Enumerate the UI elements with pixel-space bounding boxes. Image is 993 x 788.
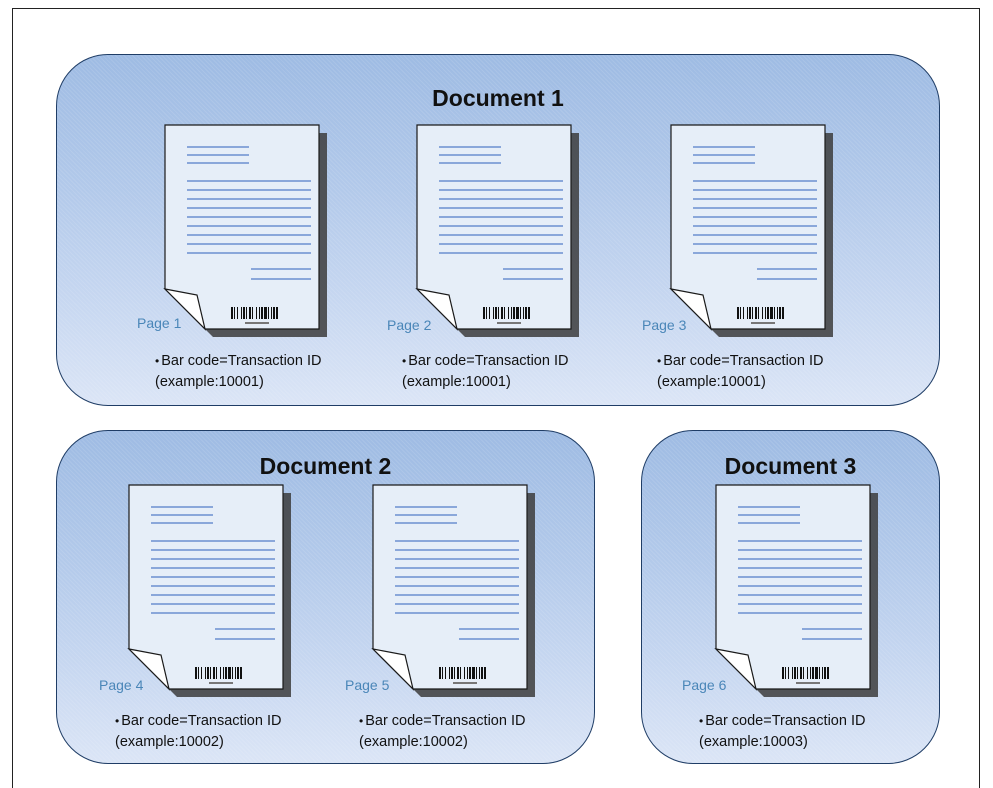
page-4-icon — [127, 484, 291, 697]
page-5-caption: • Bar code=Transaction ID (example:10002) — [359, 713, 526, 750]
document-page-svg — [163, 124, 327, 337]
document-page-svg — [669, 124, 833, 337]
page-5-caption-line1: Bar code=Transaction ID — [365, 713, 526, 729]
page-1-icon — [163, 124, 327, 337]
page-1-caption: • Bar code=Transaction ID (example:10001) — [155, 353, 322, 390]
page-6-icon — [714, 484, 878, 697]
document-2-title: Document 2 — [259, 453, 392, 479]
page-4-label: Page 4 — [99, 677, 144, 693]
page-1-label: Page 1 — [137, 315, 182, 331]
page-3-icon — [669, 124, 833, 337]
page-2-caption: • Bar code=Transaction ID (example:10001) — [402, 353, 569, 390]
page-3-label: Page 3 — [642, 317, 687, 333]
page-6-label: Page 6 — [682, 677, 727, 693]
page-6-caption: • Bar code=Transaction ID (example:10003) — [699, 713, 866, 750]
barcode-caption — [209, 682, 233, 684]
page-3-caption: • Bar code=Transaction ID (example:10001) — [657, 353, 824, 390]
page-4-caption: • Bar code=Transaction ID (example:10002) — [115, 713, 282, 750]
document-page-svg — [371, 484, 535, 697]
document-page-svg — [714, 484, 878, 697]
page-5-caption-line2: (example:10002) — [359, 734, 468, 750]
document-page-svg — [127, 484, 291, 697]
page-3-caption-line1: Bar code=Transaction ID — [663, 353, 824, 369]
page-2-label: Page 2 — [387, 317, 432, 333]
barcode-caption — [796, 682, 820, 684]
page-2-caption-line1: Bar code=Transaction ID — [408, 353, 569, 369]
document-3-group: Document 3 Page 6 • Bar code=Transaction … — [641, 430, 940, 764]
barcode-caption — [245, 322, 269, 324]
barcode-caption — [751, 322, 775, 324]
page-2-caption-line2: (example:10001) — [402, 374, 511, 390]
page-5-icon — [371, 484, 535, 697]
page-2-icon — [415, 124, 579, 337]
page-6-caption-line1: Bar code=Transaction ID — [705, 713, 866, 729]
document-page-svg — [415, 124, 579, 337]
page-4-caption-line1: Bar code=Transaction ID — [121, 713, 282, 729]
barcode-caption — [497, 322, 521, 324]
document-2-group: Document 2 Page 4 • Bar code=Transaction … — [56, 430, 595, 764]
page-1-caption-line1: Bar code=Transaction ID — [161, 353, 322, 369]
document-1-title: Document 1 — [432, 85, 564, 111]
barcode-caption — [453, 682, 477, 684]
page-4-caption-line2: (example:10002) — [115, 734, 224, 750]
page-5-label: Page 5 — [345, 677, 390, 693]
page-1-caption-line2: (example:10001) — [155, 374, 264, 390]
document-1-group: Document 1 Page 1 • Bar code=Transaction … — [56, 54, 940, 406]
document-3-title: Document 3 — [724, 453, 857, 479]
page-3-caption-line2: (example:10001) — [657, 374, 766, 390]
page-6-caption-line2: (example:10003) — [699, 734, 808, 750]
